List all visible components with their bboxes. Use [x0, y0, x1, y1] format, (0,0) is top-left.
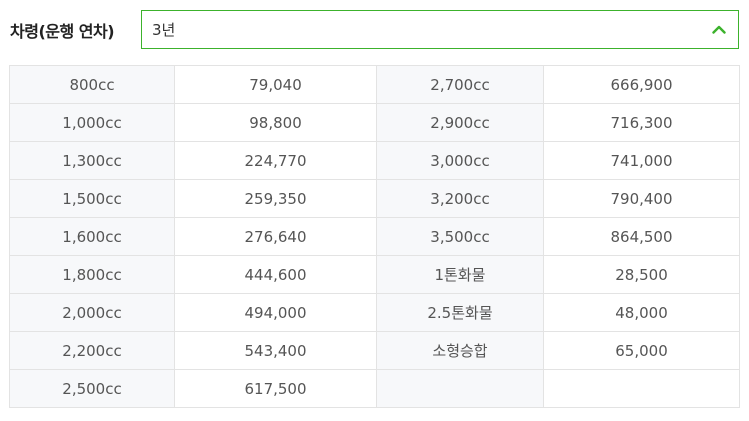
displacement-cell: 2,900cc [376, 103, 544, 142]
displacement-cell: 2,500cc [9, 369, 175, 408]
amount-cell: 224,770 [174, 141, 377, 180]
vehicle-age-selected-value: 3년 [152, 21, 176, 39]
chevron-up-icon-svg [712, 25, 726, 34]
vehicle-age-label: 차령(운행 연차) [10, 21, 115, 41]
amount-cell: 543,400 [174, 331, 377, 370]
vehicle-age-selector-row: 차령(운행 연차) 3년 [10, 10, 739, 49]
amount-cell: 864,500 [543, 217, 740, 256]
amount-cell: 741,000 [543, 141, 740, 180]
amount-cell: 28,500 [543, 255, 740, 294]
table-row: 2,000cc 494,000 2.5톤화물 48,000 [9, 293, 740, 332]
vehicle-age-select[interactable]: 3년 [141, 10, 739, 49]
amount-cell: 494,000 [174, 293, 377, 332]
tax-rate-table: 800cc 79,040 2,700cc 666,900 1,000cc 98,… [9, 65, 740, 408]
vehicle-type-cell: 소형승합 [376, 331, 544, 370]
amount-cell: 276,640 [174, 217, 377, 256]
empty-cell [543, 369, 740, 408]
displacement-cell: 3,000cc [376, 141, 544, 180]
amount-cell: 617,500 [174, 369, 377, 408]
table-row: 1,500cc 259,350 3,200cc 790,400 [9, 179, 740, 218]
displacement-cell: 1,800cc [9, 255, 175, 294]
amount-cell: 79,040 [174, 65, 377, 104]
displacement-cell: 2,200cc [9, 331, 175, 370]
vehicle-type-cell: 1톤화물 [376, 255, 544, 294]
table-row: 1,800cc 444,600 1톤화물 28,500 [9, 255, 740, 294]
tax-rate-table-body: 800cc 79,040 2,700cc 666,900 1,000cc 98,… [9, 65, 740, 408]
amount-cell: 98,800 [174, 103, 377, 142]
amount-cell: 716,300 [543, 103, 740, 142]
table-row: 1,600cc 276,640 3,500cc 864,500 [9, 217, 740, 256]
displacement-cell: 1,000cc [9, 103, 175, 142]
table-row: 800cc 79,040 2,700cc 666,900 [9, 65, 740, 104]
chevron-up-icon[interactable] [700, 11, 738, 48]
table-row: 1,000cc 98,800 2,900cc 716,300 [9, 103, 740, 142]
displacement-cell: 3,500cc [376, 217, 544, 256]
empty-cell [376, 369, 544, 408]
amount-cell: 48,000 [543, 293, 740, 332]
amount-cell: 790,400 [543, 179, 740, 218]
amount-cell: 666,900 [543, 65, 740, 104]
table-row: 1,300cc 224,770 3,000cc 741,000 [9, 141, 740, 180]
displacement-cell: 800cc [9, 65, 175, 104]
table-row: 2,500cc 617,500 [9, 369, 740, 408]
amount-cell: 65,000 [543, 331, 740, 370]
displacement-cell: 3,200cc [376, 179, 544, 218]
displacement-cell: 1,500cc [9, 179, 175, 218]
displacement-cell: 1,300cc [9, 141, 175, 180]
displacement-cell: 1,600cc [9, 217, 175, 256]
vehicle-type-cell: 2.5톤화물 [376, 293, 544, 332]
displacement-cell: 2,700cc [376, 65, 544, 104]
amount-cell: 444,600 [174, 255, 377, 294]
amount-cell: 259,350 [174, 179, 377, 218]
displacement-cell: 2,000cc [9, 293, 175, 332]
table-row: 2,200cc 543,400 소형승합 65,000 [9, 331, 740, 370]
